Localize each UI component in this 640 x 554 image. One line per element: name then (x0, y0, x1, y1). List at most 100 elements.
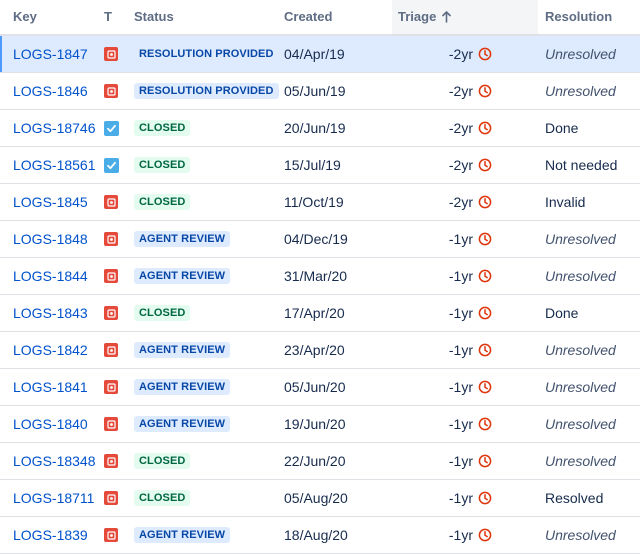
issue-key-link[interactable]: LOGS-1842 (13, 342, 88, 358)
clock-icon (478, 380, 492, 394)
issue-key-link[interactable]: LOGS-1844 (13, 268, 88, 284)
triage-value: -2yr (448, 120, 473, 136)
status-badge: AGENT REVIEW (134, 416, 231, 432)
bug-type-icon (104, 47, 118, 61)
clock-icon (478, 528, 492, 542)
table-row[interactable]: LOGS-1848 AGENT REVIEW 04/Dec/19 -1yr Unreso… (0, 221, 640, 258)
created-date: 11/Oct/19 (284, 194, 344, 210)
table-header: Key T Status Created Triage Resolution (0, 0, 640, 36)
triage-value: -2yr (448, 46, 473, 62)
status-badge: AGENT REVIEW (134, 379, 231, 395)
triage-value: -1yr (448, 342, 473, 358)
table-body: LOGS-1847 RESOLUTION PROVIDED 04/Apr/19 -2y… (0, 36, 640, 554)
issue-key-link[interactable]: LOGS-1839 (13, 527, 88, 543)
clock-icon (478, 417, 492, 431)
status-badge: RESOLUTION PROVIDED (134, 46, 279, 62)
resolution-value: Unresolved (545, 83, 616, 99)
checkbox-task-type-icon (104, 120, 119, 136)
table-row[interactable]: LOGS-1842 AGENT REVIEW 23/Apr/20 -1yr Unreso… (0, 332, 640, 369)
clock-icon (478, 195, 492, 209)
checkbox-task-type-icon (104, 157, 119, 173)
issue-key-link[interactable]: LOGS-18746 (13, 120, 96, 136)
issue-key-link[interactable]: LOGS-1846 (13, 83, 88, 99)
bug-type-icon (104, 306, 118, 320)
bug-type-icon (104, 380, 118, 394)
column-header-type[interactable]: T (104, 0, 112, 34)
issue-key-link[interactable]: LOGS-1845 (13, 194, 88, 210)
created-date: 18/Aug/20 (284, 527, 348, 543)
issue-key-link[interactable]: LOGS-18711 (13, 490, 94, 506)
status-badge: CLOSED (134, 453, 191, 469)
created-date: 05/Jun/19 (284, 83, 346, 99)
triage-value: -2yr (448, 83, 473, 99)
created-date: 20/Jun/19 (284, 120, 346, 136)
issue-key-link[interactable]: LOGS-1841 (13, 379, 88, 395)
table-row[interactable]: LOGS-1846 RESOLUTION PROVIDED 05/Jun/19 -2y… (0, 73, 640, 110)
issue-key-link[interactable]: LOGS-1848 (13, 231, 88, 247)
issue-key-link[interactable]: LOGS-1847 (13, 46, 88, 62)
created-date: 05/Jun/20 (284, 379, 346, 395)
bug-type-icon (104, 84, 118, 98)
status-badge: AGENT REVIEW (134, 527, 231, 543)
table-row[interactable]: LOGS-1845 CLOSED 11/Oct/19 -2yr Invalid (0, 184, 640, 221)
issue-key-link[interactable]: LOGS-18561 (13, 157, 96, 173)
table-row[interactable]: LOGS-1839 AGENT REVIEW 18/Aug/20 -1yr Unreso… (0, 517, 640, 554)
status-badge: AGENT REVIEW (134, 268, 231, 284)
table-row[interactable]: LOGS-1840 AGENT REVIEW 19/Jun/20 -1yr Unreso… (0, 406, 640, 443)
table-row[interactable]: LOGS-1844 AGENT REVIEW 31/Mar/20 -1yr Unreso… (0, 258, 640, 295)
table-row[interactable]: LOGS-18561 CLOSED 15/Jul/19 -2yr Not needed (0, 147, 640, 184)
issue-key-link[interactable]: LOGS-1840 (13, 416, 88, 432)
created-date: 23/Apr/20 (284, 342, 345, 358)
created-date: 17/Apr/20 (284, 305, 345, 321)
issue-table: Key T Status Created Triage Resolution L… (0, 0, 640, 554)
bug-type-icon (104, 195, 118, 209)
column-header-resolution[interactable]: Resolution (545, 0, 612, 34)
triage-value: -1yr (448, 379, 473, 395)
triage-value: -1yr (448, 268, 473, 284)
bug-type-icon (104, 417, 118, 431)
clock-icon (478, 84, 492, 98)
column-header-created[interactable]: Created (284, 0, 332, 34)
table-row[interactable]: LOGS-18711 CLOSED 05/Aug/20 -1yr Resolved (0, 480, 640, 517)
clock-icon (478, 343, 492, 357)
issue-key-link[interactable]: LOGS-18348 (13, 453, 96, 469)
created-date: 22/Jun/20 (284, 453, 346, 469)
table-row[interactable]: LOGS-1841 AGENT REVIEW 05/Jun/20 -1yr Unreso… (0, 369, 640, 406)
bug-type-icon (104, 454, 118, 468)
triage-value: -1yr (448, 416, 473, 432)
column-header-triage-label: Triage (398, 9, 437, 24)
status-badge: CLOSED (134, 194, 191, 210)
clock-icon (478, 47, 492, 61)
issue-key-link[interactable]: LOGS-1843 (13, 305, 88, 321)
status-badge: CLOSED (134, 490, 191, 506)
clock-icon (478, 491, 492, 505)
triage-value: -1yr (448, 490, 473, 506)
bug-type-icon (104, 232, 118, 246)
status-badge: RESOLUTION PROVIDED (134, 83, 279, 99)
created-date: 31/Mar/20 (284, 268, 348, 284)
resolution-value: Unresolved (545, 46, 616, 62)
table-row[interactable]: LOGS-18746 CLOSED 20/Jun/19 -2yr Done (0, 110, 640, 147)
clock-icon (478, 232, 492, 246)
resolution-value: Done (545, 305, 579, 321)
status-badge: AGENT REVIEW (134, 231, 231, 247)
resolution-value: Resolved (545, 490, 604, 506)
clock-icon (478, 306, 492, 320)
bug-type-icon (104, 528, 118, 542)
resolution-value: Unresolved (545, 453, 616, 469)
created-date: 19/Jun/20 (284, 416, 346, 432)
bug-type-icon (104, 269, 118, 283)
resolution-value: Not needed (545, 157, 618, 173)
table-row[interactable]: LOGS-1847 RESOLUTION PROVIDED 04/Apr/19 -2y… (0, 36, 640, 73)
resolution-value: Unresolved (545, 527, 616, 543)
table-row[interactable]: LOGS-18348 CLOSED 22/Jun/20 -1yr Unresolved (0, 443, 640, 480)
clock-icon (478, 158, 492, 172)
created-date: 15/Jul/19 (284, 157, 341, 173)
column-header-status[interactable]: Status (134, 0, 174, 34)
table-row[interactable]: LOGS-1843 CLOSED 17/Apr/20 -1yr Done (0, 295, 640, 332)
column-header-triage[interactable]: Triage (392, 0, 538, 34)
column-header-key[interactable]: Key (13, 0, 37, 34)
triage-value: -1yr (448, 305, 473, 321)
created-date: 04/Dec/19 (284, 231, 348, 247)
status-badge: AGENT REVIEW (134, 342, 231, 358)
